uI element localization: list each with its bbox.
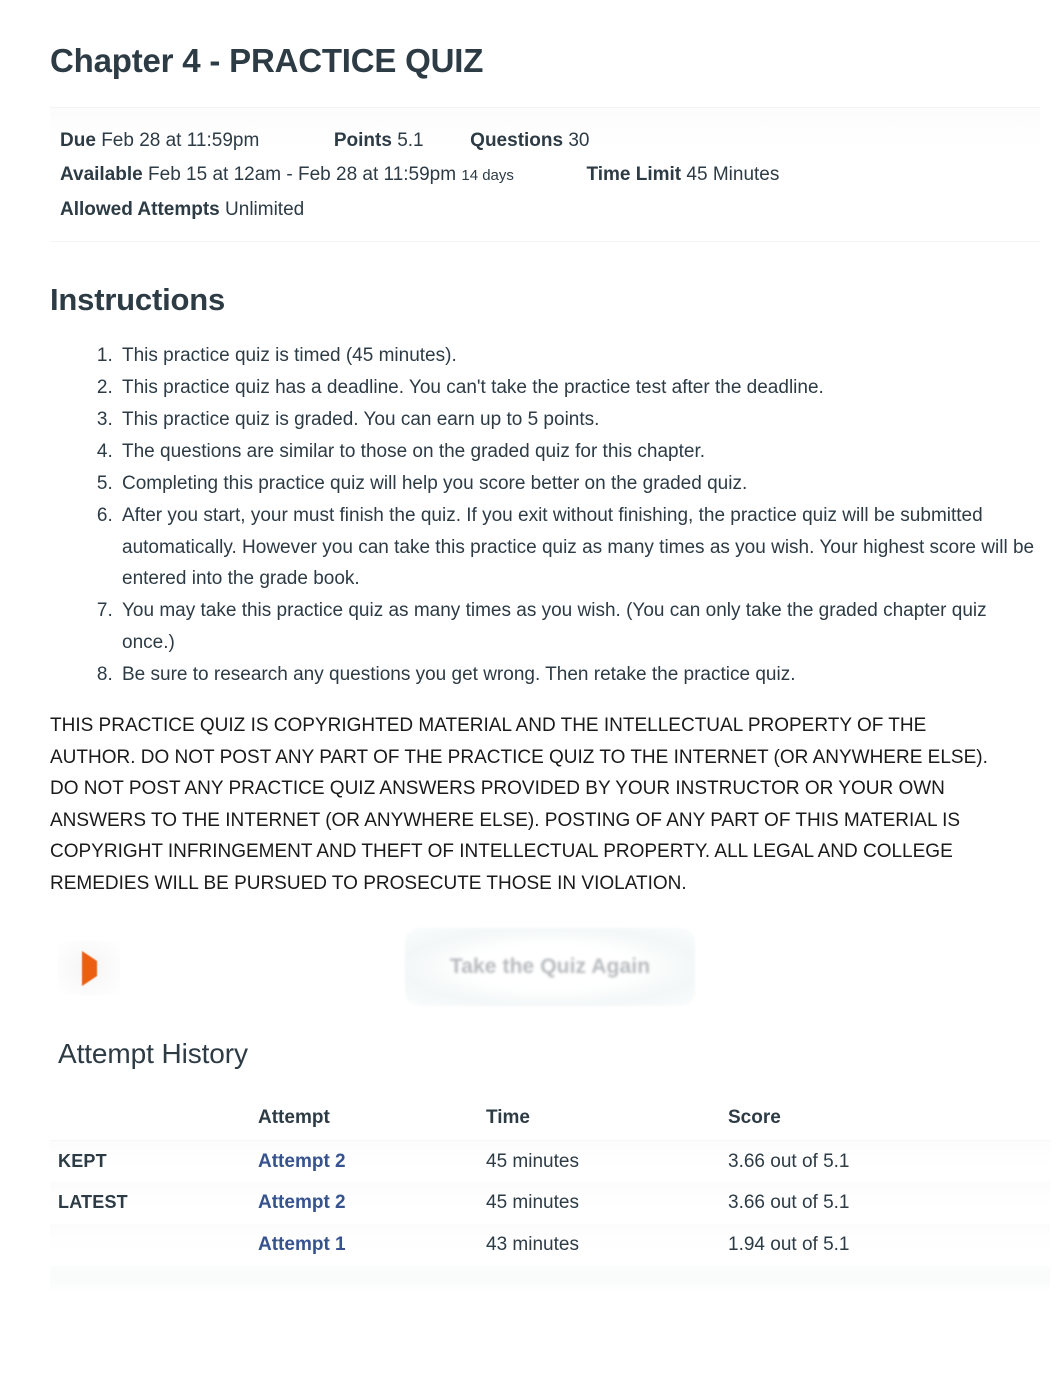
attempt-time: 43 minutes xyxy=(486,1224,728,1267)
allowed-attempts-value: Unlimited xyxy=(225,199,305,221)
attempt-score: 3.66 out of 5.1 xyxy=(728,1140,1050,1183)
column-header-flag xyxy=(50,1096,258,1141)
copyright-notice: THIS PRACTICE QUIZ IS COPYRIGHTED MATERI… xyxy=(50,715,988,894)
list-item: This practice quiz is timed (45 minutes)… xyxy=(118,340,1040,372)
list-item: Completing this practice quiz will help … xyxy=(118,468,1040,500)
questions-label: Questions xyxy=(470,130,564,152)
status-badge: KEPT xyxy=(58,1150,107,1171)
table-row: Attempt 1 43 minutes 1.94 out of 5.1 xyxy=(50,1224,1050,1267)
attempt-flag: LATEST xyxy=(50,1182,258,1225)
available-label: Available xyxy=(60,164,143,186)
table-header-row: Attempt Time Score xyxy=(50,1096,1050,1141)
available-duration: 14 days xyxy=(461,167,514,185)
attempt-cell: Attempt 2 xyxy=(258,1140,486,1183)
status-badge: LATEST xyxy=(58,1192,128,1213)
attempt-link[interactable]: Attempt 2 xyxy=(258,1151,346,1172)
attempt-history-heading: Attempt History xyxy=(58,1038,248,1070)
attempt-score: 1.94 out of 5.1 xyxy=(728,1224,1050,1267)
table-body: KEPT Attempt 2 45 minutes 3.66 out of 5.… xyxy=(50,1140,1050,1267)
available-value: Feb 15 at 12am - Feb 28 at 11:59pm xyxy=(148,164,457,186)
attempt-link[interactable]: Attempt 1 xyxy=(258,1234,346,1255)
points-value: 5.1 xyxy=(397,130,424,152)
attempt-time: 45 minutes xyxy=(486,1140,728,1183)
table-bottom-divider xyxy=(50,1266,1050,1293)
list-item: After you start, your must finish the qu… xyxy=(118,500,1040,595)
quiz-action-row: Take the Quiz Again xyxy=(50,923,1040,1038)
take-quiz-again-button[interactable]: Take the Quiz Again xyxy=(405,928,695,1007)
questions-value: 30 xyxy=(568,130,590,152)
allowed-attempts-label: Allowed Attempts xyxy=(60,199,220,221)
column-header-time: Time xyxy=(486,1096,728,1141)
play-icon xyxy=(81,950,97,986)
attempt-link[interactable]: Attempt 2 xyxy=(258,1192,346,1213)
instructions-list: This practice quiz is timed (45 minutes)… xyxy=(50,340,1040,690)
table-row: LATEST Attempt 2 45 minutes 3.66 out of … xyxy=(50,1182,1050,1225)
column-header-score: Score xyxy=(728,1096,1050,1141)
list-item: Be sure to research any questions you ge… xyxy=(118,659,1040,691)
quiz-meta-line-3: Allowed Attempts Unlimited xyxy=(60,193,1040,227)
page-title: Chapter 4 - PRACTICE QUIZ xyxy=(50,42,484,79)
table-row: KEPT Attempt 2 45 minutes 3.66 out of 5.… xyxy=(50,1140,1050,1183)
list-item: The questions are similar to those on th… xyxy=(118,436,1040,468)
attempt-flag: KEPT xyxy=(50,1140,258,1183)
list-item: This practice quiz is graded. You can ea… xyxy=(118,404,1040,436)
quiz-meta-header: Due Feb 28 at 11:59pm Points 5.1 Questio… xyxy=(50,107,1040,243)
time-limit-value: 45 Minutes xyxy=(686,164,780,186)
quiz-meta-line-1: Due Feb 28 at 11:59pm Points 5.1 Questio… xyxy=(60,124,1040,158)
points-label: Points xyxy=(333,130,392,152)
quiz-page: Chapter 4 - PRACTICE QUIZ Due Feb 28 at … xyxy=(0,0,1062,1293)
due-value: Feb 28 at 11:59pm xyxy=(101,130,260,152)
attempt-history-table: Attempt Time Score KEPT Attempt 2 45 min… xyxy=(50,1096,1050,1267)
attempt-score: 3.66 out of 5.1 xyxy=(728,1182,1050,1225)
play-button[interactable] xyxy=(58,941,120,996)
attempt-cell: Attempt 1 xyxy=(258,1224,486,1267)
column-header-attempt: Attempt xyxy=(258,1096,486,1141)
list-item: This practice quiz has a deadline. You c… xyxy=(118,372,1040,404)
time-limit-label: Time Limit xyxy=(586,164,682,186)
attempt-cell: Attempt 2 xyxy=(258,1182,486,1225)
list-item: You may take this practice quiz as many … xyxy=(118,595,1040,658)
attempt-flag xyxy=(50,1224,258,1267)
attempt-time: 45 minutes xyxy=(486,1182,728,1225)
quiz-meta-line-2: Available Feb 15 at 12am - Feb 28 at 11:… xyxy=(60,158,1040,193)
due-label: Due xyxy=(60,130,96,152)
table-header: Attempt Time Score xyxy=(50,1096,1050,1141)
instructions-heading: Instructions xyxy=(50,282,226,318)
